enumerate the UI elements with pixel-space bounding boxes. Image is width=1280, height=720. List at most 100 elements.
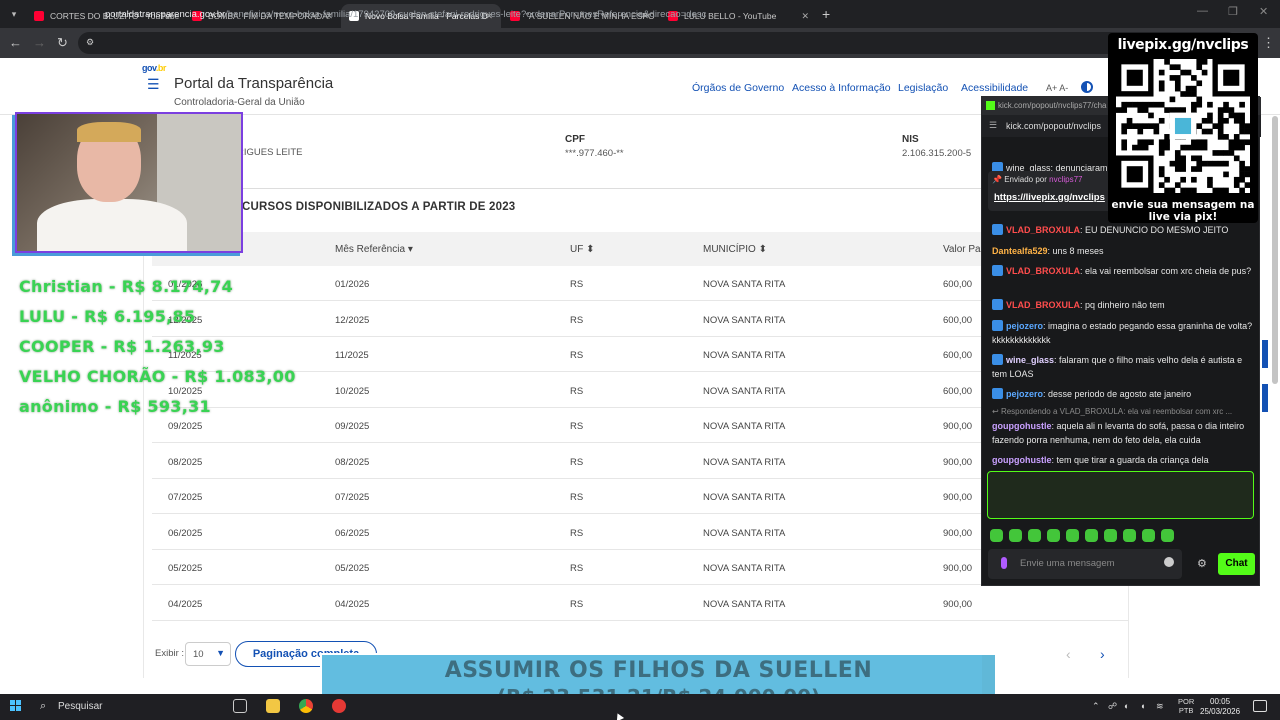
chat-username[interactable]: Dantealfa529 xyxy=(992,246,1048,256)
contrast-icon[interactable] xyxy=(1081,81,1093,93)
cell-periodo: 04/2025 xyxy=(168,599,203,610)
maximize-icon[interactable]: ❐ xyxy=(1228,5,1238,18)
chrome-icon[interactable] xyxy=(299,699,313,713)
language-indicator[interactable]: POR PTB xyxy=(1178,697,1194,715)
cell-uf: RS xyxy=(570,528,584,539)
page-size-select[interactable]: 10 ▼ xyxy=(185,642,231,666)
emoji-icon[interactable] xyxy=(1164,557,1174,567)
th-municipio[interactable]: MUNICÍPIO ⬍ xyxy=(703,244,767,255)
th-municipio-label: MUNICÍPIO xyxy=(703,244,756,255)
chat-send-button[interactable]: Chat xyxy=(1218,553,1255,575)
forward-arrow-icon[interactable]: → xyxy=(33,35,46,50)
emote-icon[interactable] xyxy=(1066,529,1079,542)
url-text[interactable]: portaldatransparencia.gov.br/beneficios/… xyxy=(105,9,706,20)
chat-username[interactable]: VLAD_BROXULA xyxy=(1006,300,1080,310)
qr-module xyxy=(1217,128,1224,135)
windows-start-icon[interactable] xyxy=(10,700,22,712)
pinned-link[interactable]: https://livepix.gg/nvclips xyxy=(994,192,1105,203)
tray-app-icon[interactable]: ◐ xyxy=(1124,701,1129,711)
hamburger-menu-icon[interactable]: ☰ xyxy=(147,76,160,93)
qr-module xyxy=(1196,59,1203,65)
chat-settings-gear-icon[interactable]: ⚙ xyxy=(1197,557,1207,570)
emote-bar[interactable] xyxy=(990,529,1180,543)
chat-username[interactable]: goupgohustle xyxy=(992,421,1052,431)
emote-icon[interactable] xyxy=(1142,529,1155,542)
qr-module xyxy=(1174,80,1181,87)
emote-icon[interactable] xyxy=(990,529,1003,542)
qr-module xyxy=(1207,101,1213,108)
chat-username[interactable]: wine_glass xyxy=(1006,355,1054,365)
qr-module xyxy=(1137,107,1144,113)
file-explorer-icon[interactable] xyxy=(266,699,280,713)
qr-module xyxy=(1223,171,1229,178)
volume-icon[interactable]: ◖ xyxy=(1140,701,1145,711)
qr-module xyxy=(1185,91,1192,97)
emote-icon[interactable] xyxy=(1123,529,1136,542)
site-title[interactable]: Portal da Transparência xyxy=(174,75,333,92)
chat-username[interactable]: goupgohustle xyxy=(992,455,1052,465)
emote-icon[interactable] xyxy=(1028,529,1041,542)
task-view-icon[interactable] xyxy=(233,699,247,713)
emote-icon[interactable] xyxy=(1047,529,1060,542)
cell-uf: RS xyxy=(570,457,584,468)
nav-acessibilidade[interactable]: Acessibilidade xyxy=(961,82,1028,94)
qr-module xyxy=(1228,112,1235,119)
emote-icon[interactable] xyxy=(1009,529,1022,542)
cell-uf: RS xyxy=(570,386,584,397)
network-icon[interactable]: ☍ xyxy=(1108,701,1117,712)
tray-chevron-icon[interactable]: ⌃ xyxy=(1092,701,1100,712)
th-uf[interactable]: UF ⬍ xyxy=(570,244,595,255)
prev-page-icon[interactable]: ‹ xyxy=(1066,646,1071,662)
qr-module xyxy=(1142,123,1149,129)
url-input[interactable] xyxy=(78,32,1238,54)
subscriber-badge-icon xyxy=(992,320,1003,331)
qr-module xyxy=(1217,160,1224,167)
page-scrollbar[interactable] xyxy=(1272,116,1278,384)
page-size-value: 10 xyxy=(193,649,204,660)
new-tab-icon[interactable]: + xyxy=(822,6,830,22)
th-mes-referencia[interactable]: Mês Referência ▾ xyxy=(335,244,413,255)
qr-module xyxy=(1196,139,1203,146)
font-size-controls[interactable]: A+ A- xyxy=(1046,83,1068,93)
address-bar-row: ← → ↻ ⚙ ⋮ xyxy=(0,28,1280,58)
window-close-icon[interactable]: ✕ xyxy=(1259,5,1268,18)
minimize-icon[interactable]: — xyxy=(1197,5,1208,17)
tab-search-icon[interactable]: ▾ xyxy=(6,6,22,22)
reload-icon[interactable]: ↻ xyxy=(57,35,68,51)
chat-message-input[interactable]: Envie uma mensagem xyxy=(988,549,1182,579)
taskbar-search[interactable]: ⌕ Pesquisar xyxy=(34,697,214,717)
browser-menu-icon[interactable]: ⋮ xyxy=(1262,35,1275,51)
site-subtitle: Controladoria-Geral da União xyxy=(174,97,305,108)
chat-username[interactable]: pejozero xyxy=(1006,321,1043,331)
qr-module xyxy=(1223,187,1229,194)
nav-acesso-informacao[interactable]: Acesso à Informação xyxy=(792,82,891,94)
site-info-icon[interactable]: ⚙ xyxy=(86,37,94,48)
qr-module xyxy=(1217,107,1224,113)
nav-orgaos[interactable]: Órgãos de Governo xyxy=(692,82,784,94)
donor-line: anônimo - R$ 593,31 xyxy=(19,397,211,416)
nav-legislacao[interactable]: Legislação xyxy=(898,82,948,94)
next-page-icon[interactable]: › xyxy=(1100,646,1105,662)
app-icon[interactable] xyxy=(332,699,346,713)
notification-icon[interactable] xyxy=(1253,700,1267,712)
taskbar-clock[interactable]: 00:05 25/03/2026 xyxy=(1200,697,1240,717)
cell-municipio: NOVA SANTA RITA xyxy=(703,350,786,361)
chat-username[interactable]: VLAD_BROXULA xyxy=(1006,266,1080,276)
gov-br-logo[interactable]: gov.br xyxy=(142,63,166,73)
chat-username[interactable]: pejozero xyxy=(1006,389,1043,399)
emote-icon[interactable] xyxy=(1104,529,1117,542)
side-tab[interactable] xyxy=(1262,340,1268,368)
chat-username[interactable]: VLAD_BROXULA xyxy=(1006,225,1080,235)
emote-icon[interactable] xyxy=(1161,529,1174,542)
qr-module xyxy=(1191,91,1197,97)
side-tab[interactable] xyxy=(1262,384,1268,412)
close-icon[interactable]: ✕ xyxy=(801,11,809,22)
donor-line: Christian - R$ 8.174,74 xyxy=(19,277,234,296)
qr-module xyxy=(1244,123,1251,129)
back-arrow-icon[interactable]: ← xyxy=(9,35,22,50)
microphone-icon[interactable] xyxy=(1001,557,1007,569)
cell-uf: RS xyxy=(570,563,584,574)
emote-icon[interactable] xyxy=(1085,529,1098,542)
wifi-icon[interactable]: ≋ xyxy=(1156,701,1164,712)
th-valor[interactable]: Valor Pa xyxy=(943,244,981,255)
